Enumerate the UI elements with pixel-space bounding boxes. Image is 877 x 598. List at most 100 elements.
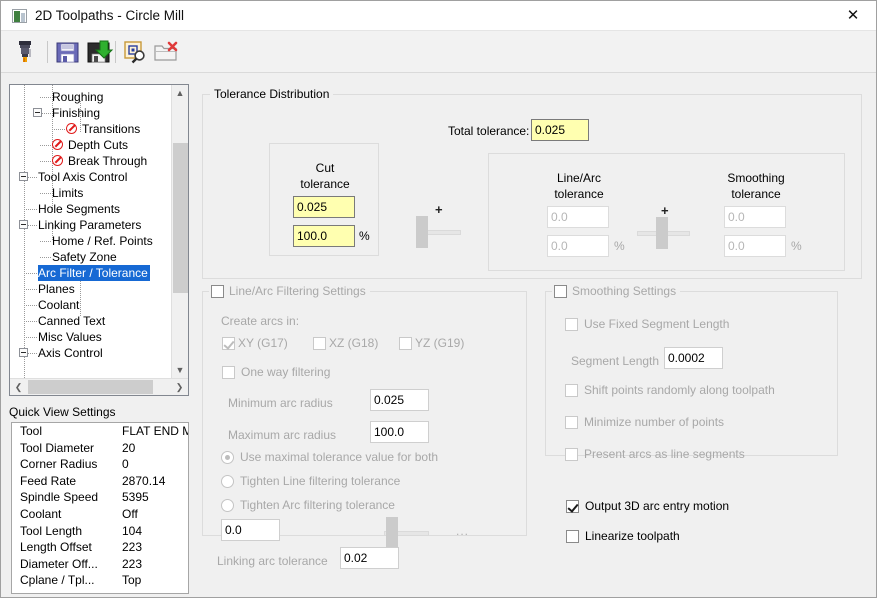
toolbar-separator-1	[47, 41, 48, 63]
tree-item-linking-parameters[interactable]: Linking Parameters	[38, 217, 141, 233]
tree-item-roughing[interactable]: Roughing	[52, 89, 103, 105]
present-arcs-as-line-segments-checkbox[interactable]	[565, 448, 578, 461]
maximum-arc-radius-label: Maximum arc radius	[228, 428, 337, 442]
tighten-tolerance-input[interactable]	[221, 519, 280, 541]
tree-item-limits[interactable]: Limits	[52, 185, 83, 201]
use-fixed-segment-length-checkbox[interactable]	[565, 318, 578, 331]
tree-guide-line	[26, 289, 38, 290]
tree-collapse-toggle[interactable]	[19, 172, 28, 181]
linearize-toolpath-checkbox[interactable]	[566, 530, 579, 543]
quick-view-value: 2870.14	[122, 473, 166, 488]
tighten-line-filtering-radio[interactable]	[221, 475, 234, 488]
linking-arc-tolerance-input[interactable]	[340, 547, 399, 569]
tree-vertical-scroll-thumb[interactable]	[173, 143, 188, 293]
dialog-window: 2D Toolpaths - Circle Mill ✕ Roughing Fi…	[0, 0, 877, 598]
tree-vertical-scrollbar[interactable]: ▲ ▼	[171, 85, 188, 379]
one-way-filtering-checkbox[interactable]	[222, 366, 235, 379]
cut-tolerance-percent-input[interactable]	[293, 225, 355, 247]
tree-item-tool-axis-control[interactable]: Tool Axis Control	[38, 169, 127, 185]
plane-xy-checkbox[interactable]	[222, 337, 235, 350]
scroll-left-icon[interactable]: ❮	[10, 379, 27, 395]
line-arc-smoothing-balance-slider[interactable]	[637, 217, 690, 249]
tree-guide-line	[26, 273, 38, 274]
main-content: Tolerance Distribution Total tolerance: …	[197, 84, 867, 594]
delete-from-library-button[interactable]	[151, 38, 181, 66]
save-button[interactable]	[53, 38, 83, 66]
quick-view-value: 5395	[122, 490, 149, 505]
shift-points-randomly-checkbox[interactable]	[565, 384, 578, 397]
quick-view-key: Tool Length	[20, 523, 83, 538]
tree-collapse-toggle[interactable]	[19, 220, 28, 229]
tree-collapse-toggle[interactable]	[19, 348, 28, 357]
tighten-arc-filtering-radio[interactable]	[221, 499, 234, 512]
tree-guide-line	[54, 129, 66, 130]
smoothing-settings-checkbox[interactable]	[554, 285, 567, 298]
tree-collapse-toggle[interactable]	[33, 108, 42, 117]
toolpath-tree[interactable]: Roughing Finishing Transitions Depth Cuts Br…	[10, 85, 172, 379]
plane-yz-checkbox[interactable]	[399, 337, 412, 350]
minimize-number-of-points-checkbox[interactable]	[565, 416, 578, 429]
close-icon[interactable]: ✕	[830, 1, 876, 30]
maximum-arc-radius-input[interactable]	[370, 421, 429, 443]
line-arc-filtering-group: Line/Arc Filtering Settings Create arcs …	[202, 284, 527, 549]
line-arc-filtering-checkbox[interactable]	[211, 285, 224, 298]
toolbar-separator-2	[115, 41, 116, 63]
total-tolerance-input[interactable]	[531, 119, 589, 141]
tree-item-planes[interactable]: Planes	[38, 281, 75, 297]
plane-xz-label: XZ (G18)	[329, 336, 379, 350]
tree-horizontal-scroll-thumb[interactable]	[28, 380, 153, 394]
cut-tolerance-percent-symbol: %	[359, 229, 370, 243]
quick-view-row: Cplane / Tpl... Top	[12, 572, 188, 589]
tree-item-home-ref-points[interactable]: Home / Ref. Points	[52, 233, 153, 249]
tree-item-depth-cuts[interactable]: Depth Cuts	[68, 137, 128, 153]
scroll-down-icon[interactable]: ▼	[172, 362, 188, 379]
tree-guide-line	[26, 209, 38, 210]
tree-item-transitions[interactable]: Transitions	[82, 121, 140, 137]
tighten-tolerance-more-button[interactable]: ...	[456, 524, 469, 538]
tree-guide-line	[26, 321, 38, 322]
shift-points-randomly-label: Shift points randomly along toolpath	[584, 383, 775, 397]
tree-item-canned-text[interactable]: Canned Text	[38, 313, 105, 329]
cut-line-arc-balance-slider[interactable]	[416, 216, 461, 248]
tree-item-break-through[interactable]: Break Through	[68, 153, 147, 169]
line-arc-tolerance-input[interactable]	[547, 206, 609, 228]
toolpath-tree-panel[interactable]: Roughing Finishing Transitions Depth Cuts Br…	[9, 84, 189, 396]
one-way-filtering-label: One way filtering	[241, 365, 331, 379]
cut-tolerance-title-line1: Cut	[315, 161, 335, 175]
select-library-tool-button[interactable]	[121, 38, 151, 66]
linearize-toolpath-label: Linearize toolpath	[585, 529, 680, 543]
disabled-operation-icon	[66, 123, 77, 134]
tree-item-misc-values[interactable]: Misc Values	[38, 329, 102, 345]
plane-xy-label: XY (G17)	[238, 336, 288, 350]
tree-horizontal-scrollbar[interactable]: ❮ ❯	[10, 378, 188, 395]
smoothing-tolerance-title-line1: Smoothing	[727, 171, 785, 185]
use-maximal-tolerance-radio[interactable]	[221, 451, 234, 464]
tree-item-coolant[interactable]: Coolant	[38, 297, 79, 313]
tree-item-finishing[interactable]: Finishing	[52, 105, 100, 121]
smoothing-tolerance-input[interactable]	[724, 206, 786, 228]
tree-item-arc-filter-tolerance[interactable]: Arc Filter / Tolerance	[38, 265, 150, 281]
tighten-tolerance-slider[interactable]	[384, 517, 429, 549]
smoothing-tolerance-percent-input[interactable]	[724, 235, 786, 257]
plus-sign-right: +	[661, 203, 669, 218]
quick-view-row: Feed Rate 2870.14	[12, 473, 188, 490]
tree-item-axis-control[interactable]: Axis Control	[38, 345, 103, 361]
plane-xz-checkbox[interactable]	[313, 337, 326, 350]
minimum-arc-radius-input[interactable]	[370, 389, 429, 411]
save-to-library-button[interactable]	[84, 38, 114, 66]
line-arc-smoothing-group: Line/Arc tolerance % + Smoothing toleran…	[488, 153, 845, 271]
slider-thumb[interactable]	[386, 517, 398, 549]
tool-select-button[interactable]	[10, 38, 40, 66]
cut-tolerance-input[interactable]	[293, 196, 355, 218]
scroll-right-icon[interactable]: ❯	[171, 379, 188, 395]
output-3d-arc-entry-motion-checkbox[interactable]	[566, 500, 579, 513]
segment-length-input[interactable]	[664, 347, 723, 369]
tree-item-hole-segments[interactable]: Hole Segments	[38, 201, 120, 217]
tree-item-safety-zone[interactable]: Safety Zone	[52, 249, 117, 265]
tolerance-distribution-label: Tolerance Distribution	[210, 87, 334, 101]
slider-thumb[interactable]	[416, 216, 428, 248]
slider-thumb[interactable]	[656, 217, 668, 249]
scroll-up-icon[interactable]: ▲	[172, 85, 188, 102]
line-arc-tolerance-percent-input[interactable]	[547, 235, 609, 257]
tree-guide-line	[40, 257, 52, 258]
